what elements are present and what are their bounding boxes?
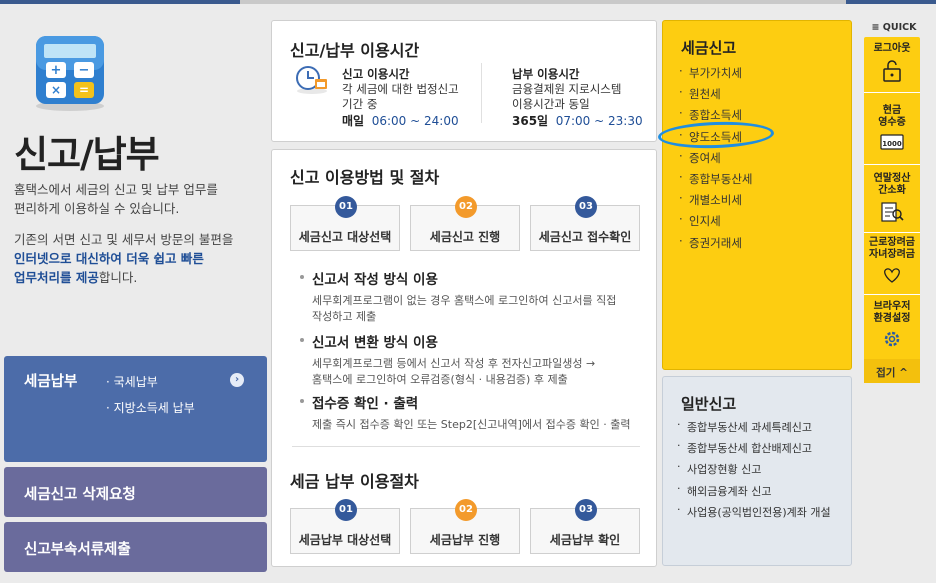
payment-step-3[interactable]: 03 세금납부 확인	[530, 499, 640, 554]
section-title: 세금 납부 이용절차	[290, 472, 419, 491]
filing-hours-day: 매일	[342, 114, 365, 128]
method-item: 접수증 확인 · 출력 제출 즉시 접수증 확인 또는 Step2[신고내역]에…	[300, 392, 640, 433]
tax-filing-panel: 세금신고 부가가치세 원천세 종합소득세 양도소득세 증여세 종합부동산세 개별…	[662, 20, 852, 370]
chevron-right-icon[interactable]: ›	[230, 373, 244, 387]
svg-text:1000: 1000	[882, 140, 902, 148]
intro-text: 홈택스에서 세금의 신고 및 납부 업무를	[14, 182, 218, 197]
heart-hands-icon	[884, 268, 900, 283]
page-title: 신고/납부	[14, 133, 160, 176]
section-title: 신고/납부 이용시간	[290, 41, 420, 60]
intro-text: 합니다.	[98, 270, 138, 285]
quick-menu: 로그아웃 현금 영수증 1000 연말정산 간소화 근로장려금 자녀장려금 브라…	[864, 37, 920, 383]
general-filing-panel: 일반신고 종합부동산세 과세특례신고 종합부동산세 합산배제신고 사업장현황 신…	[662, 376, 852, 566]
method-item: 신고서 작성 방식 이용 세무회계프로그램이 없는 경우 홈택스에 로그인하여 …	[300, 268, 640, 325]
section-title: 신고 이용방법 및 절차	[290, 168, 440, 187]
hours-panel: 신고/납부 이용시간 신고 이용시간 각 세금에 대한 법정신고 기간 중 매일…	[271, 20, 657, 142]
page-intro: 홈택스에서 세금의 신고 및 납부 업무를편리하게 이용하실 수 있습니다. 기…	[14, 180, 254, 299]
general-link[interactable]: 종합부동산세 과세특례신고	[677, 418, 831, 440]
cash-receipt-icon: 1000	[880, 134, 904, 150]
filing-step-2[interactable]: 02 세금신고 진행	[410, 196, 520, 251]
quick-earned-income-credit[interactable]: 근로장려금 자녀장려금	[864, 237, 920, 295]
payment-step-1[interactable]: 01 세금납부 대상선택	[290, 499, 400, 554]
payment-hours: 납부 이용시간 금융결제원 지로시스템 이용시간과 동일 365일 07:00 …	[512, 67, 643, 129]
intro-highlight: 업무처리를 제공	[14, 270, 99, 285]
quick-year-end-settlement[interactable]: 연말정산 간소화	[864, 173, 920, 233]
tax-filing-delete-request-button[interactable]: 세금신고 삭제요청	[4, 467, 267, 517]
attached-documents-submit-button[interactable]: 신고부속서류제출	[4, 522, 267, 572]
general-link[interactable]: 해외금융계좌 신고	[677, 482, 831, 504]
intro-highlight: 인터넷으로 대신하여 더욱 쉽고 빠른	[14, 251, 204, 266]
section-title: 일반신고	[681, 395, 737, 413]
svg-text:=: =	[79, 83, 89, 97]
gear-icon	[884, 331, 900, 347]
filing-hours-desc: 기간 중	[342, 97, 378, 111]
unlock-icon	[883, 60, 901, 82]
clock-calendar-icon	[296, 66, 327, 94]
tax-link-stamp[interactable]: 인지세	[679, 212, 752, 234]
quick-browser-settings[interactable]: 브라우저 환경설정	[864, 301, 920, 357]
divider	[292, 446, 640, 447]
payment-hours-desc: 금융결제원 지로시스템	[512, 82, 622, 96]
quick-cash-receipt[interactable]: 현금 영수증 1000	[864, 105, 920, 165]
sidebar-subitem-local-income-tax[interactable]: · 지방소득세 납부	[106, 399, 195, 416]
filing-step-3[interactable]: 03 세금신고 접수확인	[530, 196, 640, 251]
document-search-icon	[881, 202, 904, 222]
tax-link-securities-transaction[interactable]: 증권거래세	[679, 233, 752, 256]
tax-list: 부가가치세 원천세 종합소득세 양도소득세 증여세 종합부동산세 개별소비세 인…	[679, 64, 752, 256]
general-link[interactable]: 사업장현황 신고	[677, 460, 831, 482]
svg-text:×: ×	[51, 83, 61, 97]
quick-header: ≡ QUICK	[871, 22, 917, 33]
intro-text: 기존의 서면 신고 및 세무서 방문의 불편을	[14, 232, 234, 247]
quick-logout[interactable]: 로그아웃	[864, 43, 920, 93]
tax-link-vat[interactable]: 부가가치세	[679, 64, 752, 86]
payment-hours-day: 365일	[512, 114, 549, 128]
filing-hours: 신고 이용시간 각 세금에 대한 법정신고 기간 중 매일 06:00 ~ 24…	[342, 67, 459, 129]
payment-hours-desc: 이용시간과 동일	[512, 97, 590, 111]
tax-link-withholding[interactable]: 원천세	[679, 85, 752, 107]
sidebar-tax-payment[interactable]: 세금납부 · 국세납부 · 지방소득세 납부 ›	[4, 356, 267, 462]
menu-icon: ≡	[871, 22, 880, 33]
sidebar-item-label[interactable]: 세금납부	[24, 370, 77, 391]
intro-text: 편리하게 이용하실 수 있습니다.	[14, 201, 180, 216]
payment-step-2[interactable]: 02 세금납부 진행	[410, 499, 520, 554]
filing-hours-desc: 각 세금에 대한 법정신고	[342, 82, 459, 96]
tax-link-excise[interactable]: 개별소비세	[679, 191, 752, 213]
general-link[interactable]: 종합부동산세 합산배제신고	[677, 439, 831, 461]
filing-hours-time: 06:00 ~ 24:00	[371, 114, 459, 128]
filing-hours-label: 신고 이용시간	[342, 67, 410, 81]
payment-hours-time: 07:00 ~ 23:30	[555, 114, 643, 128]
method-item: 신고서 변환 방식 이용 세무회계프로그램 등에서 신고서 작성 후 전자신고파…	[300, 331, 640, 388]
quick-collapse-button[interactable]: 접기 ^	[864, 359, 920, 383]
procedure-panel: 신고 이용방법 및 절차 01 세금신고 대상선택 02 세금신고 진행 03 세금신…	[271, 149, 657, 567]
section-title: 세금신고	[681, 39, 737, 57]
calculator-icon: + − × =	[36, 36, 104, 111]
svg-text:+: +	[51, 63, 62, 78]
top-border	[0, 0, 936, 4]
sidebar-subitem-national-tax[interactable]: · 국세납부	[106, 373, 158, 390]
payment-hours-label: 납부 이용시간	[512, 67, 580, 81]
tax-link-gift[interactable]: 증여세	[679, 149, 752, 171]
filing-step-1[interactable]: 01 세금신고 대상선택	[290, 196, 400, 251]
tax-link-comprehensive-real-estate[interactable]: 종합부동산세	[679, 170, 752, 192]
svg-text:−: −	[79, 63, 90, 78]
general-link[interactable]: 사업용(공익법인전용)계좌 개설	[677, 503, 831, 525]
general-list: 종합부동산세 과세특례신고 종합부동산세 합산배제신고 사업장현황 신고 해외금…	[677, 418, 831, 525]
